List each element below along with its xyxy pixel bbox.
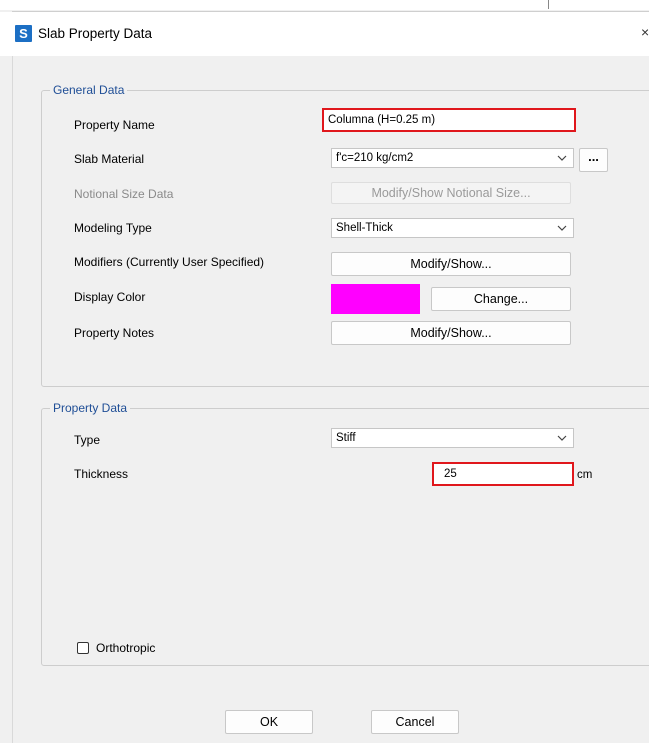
chevron-down-icon xyxy=(557,155,567,161)
cancel-button[interactable]: Cancel xyxy=(371,710,459,734)
orthotropic-checkbox[interactable] xyxy=(77,642,89,654)
display-color-label: Display Color xyxy=(74,290,146,304)
thickness-input[interactable]: 25 xyxy=(432,462,574,486)
chevron-down-icon xyxy=(557,435,567,441)
property-name-input[interactable]: Columna (H=0.25 m) xyxy=(322,108,576,132)
modifiers-label: Modifiers (Currently User Specified) xyxy=(74,255,265,269)
modeling-type-value: Shell-Thick xyxy=(336,222,393,234)
modifiers-modify-show-button[interactable]: Modify/Show... xyxy=(331,252,571,276)
notional-size-button: Modify/Show Notional Size... xyxy=(331,182,571,204)
title-bar[interactable]: S Slab Property Data × xyxy=(0,12,649,56)
display-color-swatch xyxy=(331,284,420,314)
slab-material-value: f'c=210 kg/cm2 xyxy=(336,152,414,164)
thickness-unit: cm xyxy=(577,469,593,481)
type-label: Type xyxy=(74,433,101,447)
type-value: Stiff xyxy=(336,432,356,444)
general-data-legend: General Data xyxy=(50,83,128,97)
property-notes-label: Property Notes xyxy=(74,326,155,340)
window-top-band xyxy=(0,0,649,10)
chevron-down-icon xyxy=(557,225,567,231)
dialog-body: General Data Property Name Columna (H=0.… xyxy=(12,56,649,743)
change-color-button[interactable]: Change... xyxy=(431,287,571,311)
modeling-type-dropdown[interactable]: Shell-Thick xyxy=(331,218,574,238)
close-icon[interactable]: × xyxy=(641,24,649,41)
app-logo-icon: S xyxy=(15,25,32,42)
slab-material-label: Slab Material xyxy=(74,152,145,166)
property-name-label: Property Name xyxy=(74,118,155,132)
property-notes-button[interactable]: Modify/Show... xyxy=(331,321,571,345)
notional-size-label: Notional Size Data xyxy=(74,187,174,201)
property-data-legend: Property Data xyxy=(50,401,131,415)
slab-material-dropdown[interactable]: f'c=210 kg/cm2 xyxy=(331,148,574,168)
window-title: Slab Property Data xyxy=(38,26,153,41)
thickness-label: Thickness xyxy=(74,467,129,481)
background-tick-mark xyxy=(548,0,549,9)
orthotropic-label: Orthotropic xyxy=(96,641,156,655)
ok-button[interactable]: OK xyxy=(225,710,313,734)
type-dropdown[interactable]: Stiff xyxy=(331,428,574,448)
material-more-button[interactable]: ... xyxy=(579,148,608,172)
modeling-type-label: Modeling Type xyxy=(74,221,152,235)
